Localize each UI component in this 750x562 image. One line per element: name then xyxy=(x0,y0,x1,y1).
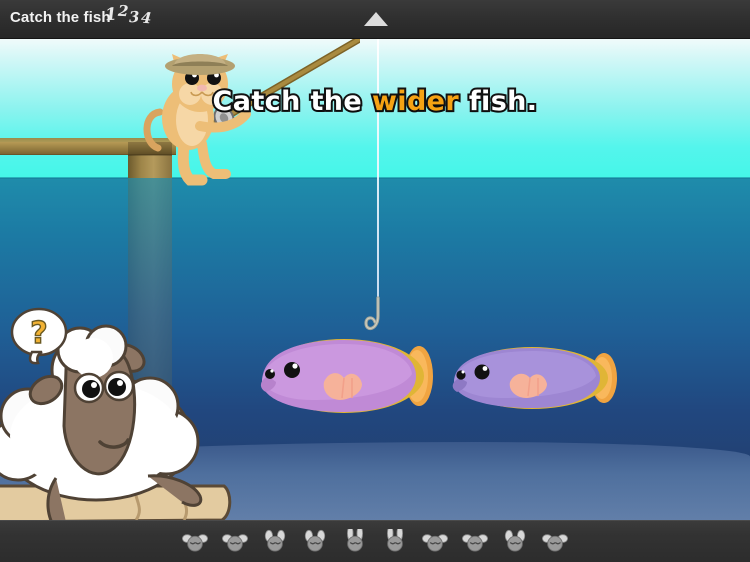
bunny-head-icon[interactable] xyxy=(462,529,488,555)
bunny-head-icon[interactable] xyxy=(542,529,568,555)
bunny-head-icon[interactable] xyxy=(262,529,288,555)
level-digits: 1234 xyxy=(104,2,153,28)
question-mark-icon: ? xyxy=(30,316,47,351)
bunny-head-icon[interactable] xyxy=(182,529,208,555)
digit-3: 3 xyxy=(128,7,142,27)
bunny-head-icon[interactable] xyxy=(302,529,328,555)
game-scene: Catch the wider fish. ? xyxy=(0,38,750,520)
app-root: Catch the fish 1234 Catch the wider fish… xyxy=(0,0,750,562)
top-bar: Catch the fish 1234 xyxy=(0,0,750,39)
water-surface-line xyxy=(0,177,750,179)
instruction-highlight: wider xyxy=(370,84,461,119)
bunny-head-icon[interactable] xyxy=(382,529,408,555)
bunny-head-icon[interactable] xyxy=(502,529,528,555)
fish-right-narrower[interactable] xyxy=(444,338,626,418)
digit-1: 1 xyxy=(104,4,119,26)
instruction-text: Catch the wider fish. xyxy=(0,84,750,119)
thought-bubble: ? xyxy=(10,307,68,365)
fishing-line xyxy=(377,38,379,301)
instruction-prefix: Catch the xyxy=(211,84,372,119)
app-title: Catch the fish xyxy=(10,9,111,26)
bunny-head-icon[interactable] xyxy=(222,529,248,555)
bottom-progress-bar xyxy=(0,520,750,562)
bunny-head-icon[interactable] xyxy=(422,529,448,555)
fish-left-wider[interactable] xyxy=(252,330,442,422)
instruction-suffix: fish. xyxy=(459,84,539,119)
progress-pip-row xyxy=(0,521,750,562)
cat-angler-character xyxy=(143,54,251,186)
triangle-up-icon[interactable] xyxy=(364,12,388,26)
digit-4: 4 xyxy=(139,8,153,28)
bunny-head-icon[interactable] xyxy=(342,529,368,555)
